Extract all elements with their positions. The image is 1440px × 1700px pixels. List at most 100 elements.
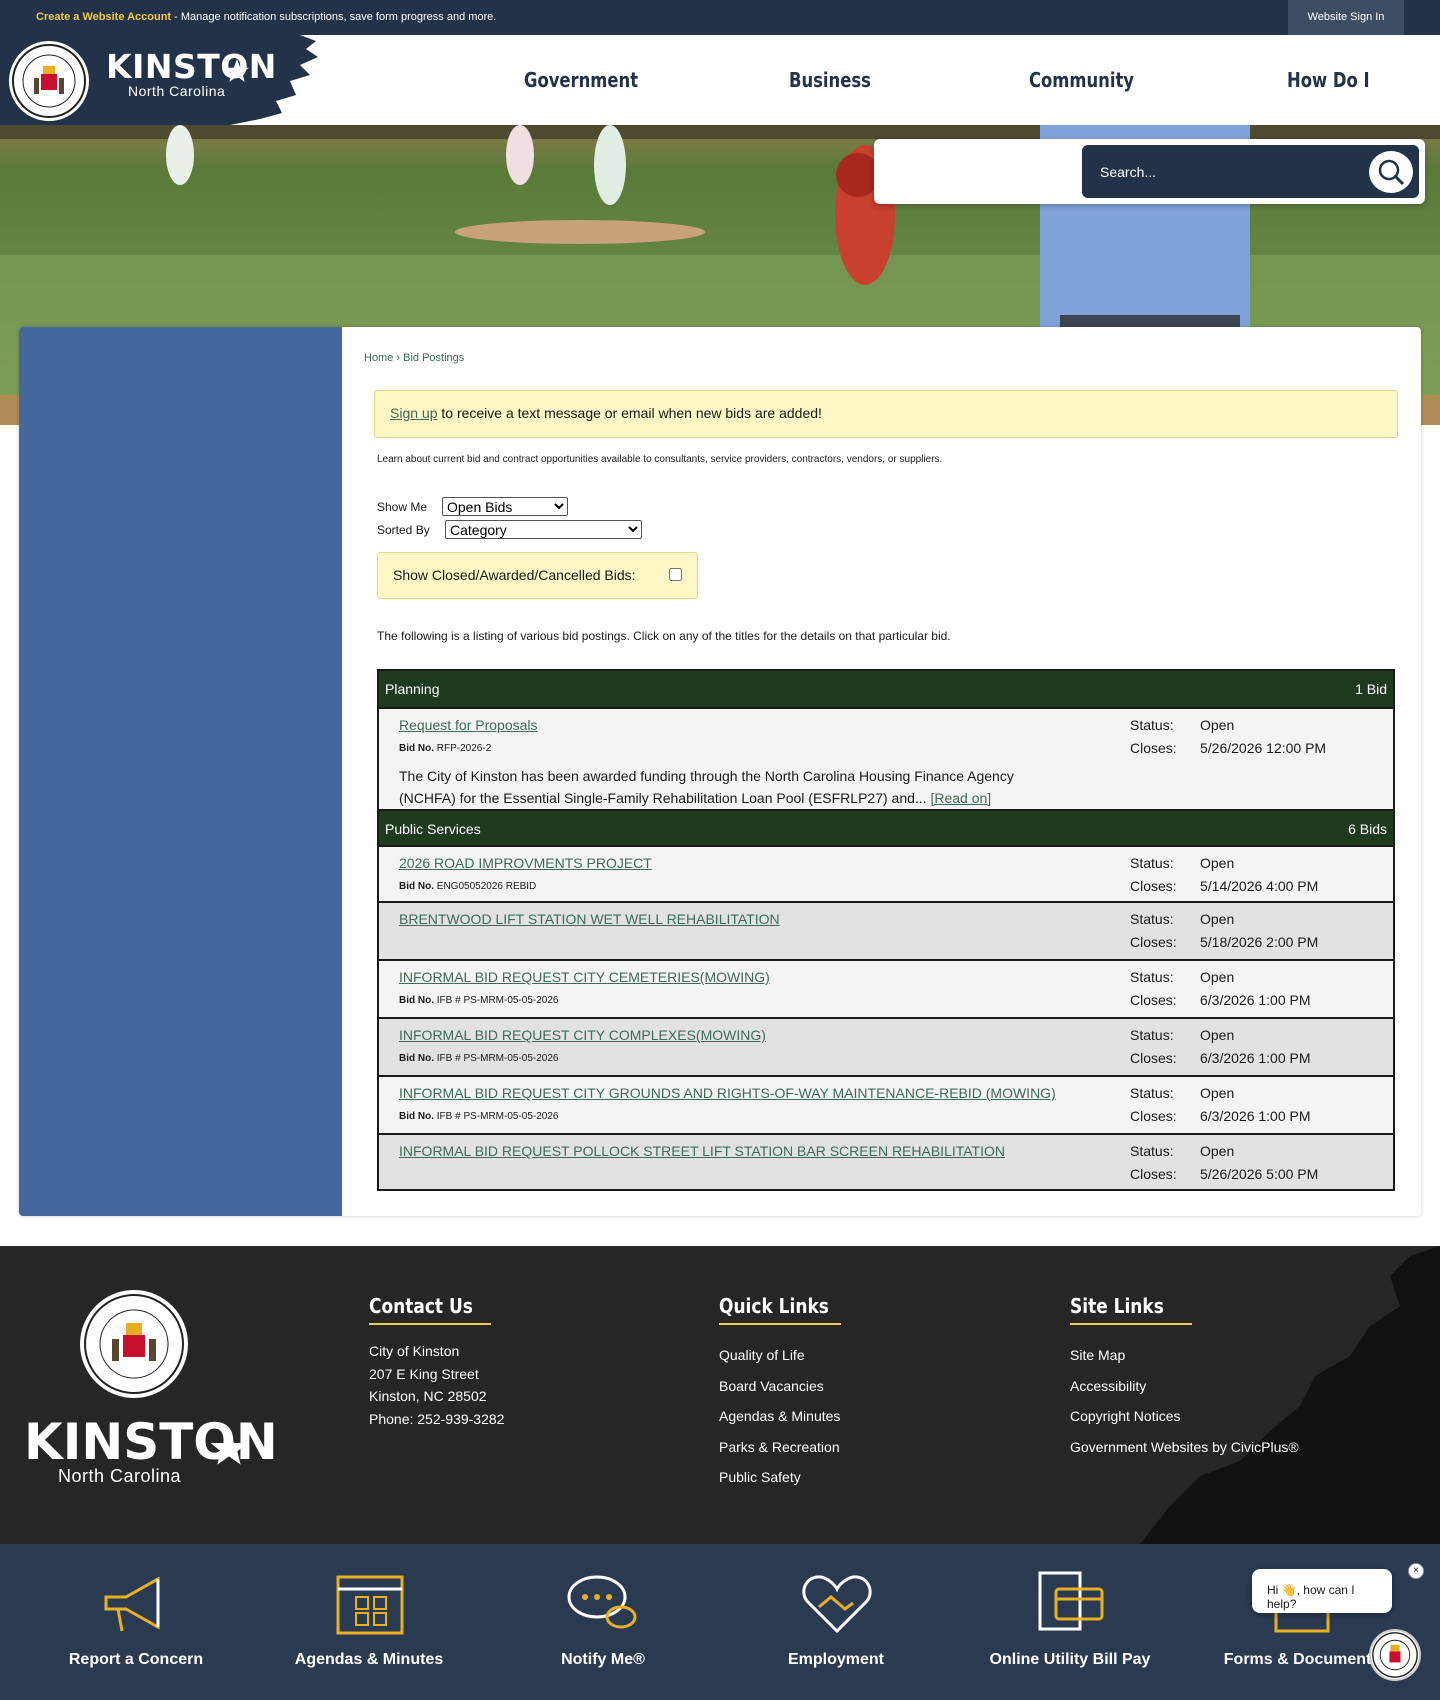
contact-phone[interactable]: Phone: 252-939-3282 [369,1408,504,1431]
bid-title-link[interactable]: INFORMAL BID REQUEST CITY GROUNDS AND RI… [399,1085,1056,1101]
quicklink-agendas-minutes[interactable]: Agendas & Minutes [259,1651,479,1669]
bid-no-label: Bid No. [399,1111,434,1122]
site-link-site-map[interactable]: Site Map [1070,1340,1299,1371]
site-link-accessibility[interactable]: Accessibility [1070,1371,1299,1402]
footer-logo-subtitle: North Carolina [58,1466,182,1486]
logo-title[interactable]: KINSTON [106,50,277,83]
quick-link-public-safety[interactable]: Public Safety [719,1462,840,1493]
show-me-label: Show Me [377,500,428,514]
quicklink-employment[interactable]: Employment [726,1651,946,1669]
search-button[interactable] [1369,151,1413,193]
status-value: Open [1200,1027,1235,1043]
breadcrumb-current[interactable]: Bid Postings [403,352,464,364]
site-links-underline [1070,1323,1192,1325]
chat-close-icon[interactable]: × [1408,1563,1424,1579]
status-value: Open [1200,1085,1235,1101]
logo-subtitle: North Carolina [128,83,226,99]
city-seal-icon[interactable] [8,40,90,122]
category-header: Planning 1 Bid [379,671,1393,707]
bill-pay-icon[interactable] [1030,1567,1110,1637]
bid-title-link[interactable]: INFORMAL BID REQUEST CITY CEMETERIES(MOW… [399,969,770,985]
create-account-link[interactable]: Create a Website Account [36,11,171,23]
bid-title-link[interactable]: INFORMAL BID REQUEST CITY COMPLEXES(MOWI… [399,1027,766,1043]
quick-link-quality-of-life[interactable]: Quality of Life [719,1340,840,1371]
bid-no-value: RFP-2026-2 [436,743,492,754]
quick-links-list: Quality of Life Board Vacancies Agendas … [719,1340,840,1493]
closes-value: 5/26/2026 5:00 PM [1200,1166,1319,1182]
status-value: Open [1200,717,1235,733]
breadcrumb: Home › Bid Postings [364,352,464,364]
contact-line: 207 E King Street [369,1365,479,1382]
site-link-copyright[interactable]: Copyright Notices [1070,1401,1299,1432]
website-sign-in-button[interactable]: Website Sign In [1288,0,1404,35]
contact-underline [369,1323,491,1325]
breadcrumb-home[interactable]: Home [364,352,393,364]
bid-number: Bid No. IFB # PS-MRM-05-05-2026 [399,1053,559,1064]
quicklink-utility-bill-pay[interactable]: Online Utility Bill Pay [960,1651,1180,1669]
bid-no-label: Bid No. [399,743,434,754]
bid-no-value: IFB # PS-MRM-05-05-2026 [436,1111,559,1122]
bid-no-label: Bid No. [399,881,434,892]
closes-label: Closes: [1130,1108,1177,1124]
chat-bubbles-icon[interactable] [563,1567,643,1637]
status-value: Open [1200,969,1235,985]
sign-up-link[interactable]: Sign up [390,405,437,421]
footer-city-seal [80,1290,188,1398]
chat-greeting-bubble[interactable]: Hi 👋, how can I help? [1252,1569,1392,1613]
read-on-link[interactable]: [Read on] [930,790,991,806]
bid-title-link[interactable]: INFORMAL BID REQUEST POLLOCK STREET LIFT… [399,1143,1005,1159]
contact-line: Kinston, NC 28502 [369,1388,487,1404]
quicklink-report-concern[interactable]: Report a Concern [26,1651,246,1669]
bid-number: Bid No. IFB # PS-MRM-05-05-2026 [399,1111,559,1122]
status-value: Open [1200,855,1235,871]
signup-notice: Sign up to receive a text message or ema… [374,390,1398,438]
quicklink-notify-me[interactable]: Notify Me® [493,1651,713,1669]
megaphone-icon[interactable] [96,1567,176,1637]
search-input[interactable] [1100,159,1350,185]
bid-number: Bid No. RFP-2026-2 [399,743,491,754]
bid-no-label: Bid No. [399,995,434,1006]
show-closed-checkbox[interactable] [669,568,682,581]
show-closed-box: Show Closed/Awarded/Cancelled Bids: [377,552,698,599]
closes-label: Closes: [1130,740,1177,756]
account-message-text: - Manage notification subscriptions, sav… [171,11,497,23]
status-label: Status: [1130,1027,1174,1043]
nav-business[interactable]: Business [789,68,871,92]
category-name: Planning [385,681,440,697]
status-label: Status: [1130,1143,1174,1159]
show-me-select[interactable]: Open Bids [442,497,568,516]
calendar-icon[interactable] [330,1567,410,1637]
quick-link-agendas-minutes[interactable]: Agendas & Minutes [719,1401,840,1432]
breadcrumb-separator: › [393,352,404,364]
site-links-heading: Site Links [1070,1294,1164,1318]
bid-row: INFORMAL BID REQUEST CITY GROUNDS AND RI… [379,1075,1393,1133]
bid-title-link[interactable]: 2026 ROAD IMPROVMENTS PROJECT [399,855,652,871]
intro-text: The following is a listing of various bi… [377,629,951,643]
signup-notice-text: to receive a text message or email when … [437,405,822,421]
nav-government[interactable]: Government [524,68,638,92]
nav-how-do-i[interactable]: How Do I [1287,68,1370,92]
contact-line: City of Kinston [369,1343,460,1359]
bid-no-value: IFB # PS-MRM-05-05-2026 [436,1053,559,1064]
sorted-by-label: Sorted By [377,523,430,537]
bid-no-label: Bid No. [399,1053,434,1064]
bid-row: Request for Proposals Bid No. RFP-2026-2… [379,707,1393,809]
quick-link-parks-recreation[interactable]: Parks & Recreation [719,1432,840,1463]
quick-link-board-vacancies[interactable]: Board Vacancies [719,1371,840,1402]
chat-avatar-seal[interactable] [1369,1629,1421,1681]
bid-title-link[interactable]: Request for Proposals [399,717,538,733]
status-label: Status: [1130,855,1174,871]
category-header: Public Services 6 Bids [379,809,1393,845]
bid-title-link[interactable]: BRENTWOOD LIFT STATION WET WELL REHABILI… [399,911,780,927]
bids-table: Planning 1 Bid Request for Proposals Bid… [377,669,1395,1191]
sorted-by-select[interactable]: Category [445,520,642,539]
status-label: Status: [1130,717,1174,733]
status-label: Status: [1130,1085,1174,1101]
quick-links-bar [0,1544,1440,1700]
closes-label: Closes: [1130,992,1177,1008]
nav-community[interactable]: Community [1029,68,1134,92]
site-link-civicplus[interactable]: Government Websites by CivicPlus® [1070,1432,1299,1463]
handshake-icon[interactable] [797,1567,877,1637]
bid-no-value: IFB # PS-MRM-05-05-2026 [436,995,559,1006]
learn-text: Learn about current bid and contract opp… [377,454,943,465]
